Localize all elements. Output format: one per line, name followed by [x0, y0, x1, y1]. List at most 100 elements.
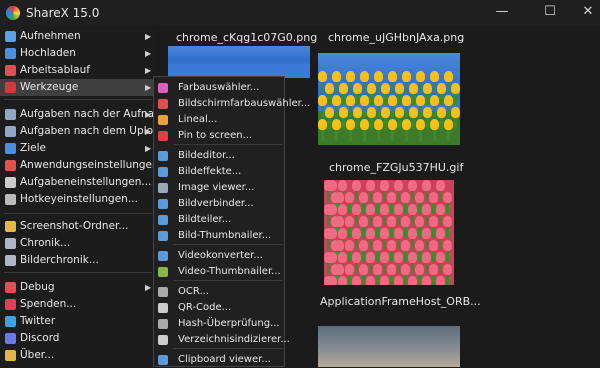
- menu-item-4[interactable]: Aufgaben nach der Aufnahme ▶: [0, 106, 177, 123]
- submenu-item-8[interactable]: Bildteiler...: [154, 212, 284, 228]
- menu-item-8[interactable]: Aufgabeneinstellungen...: [0, 174, 157, 191]
- thumbnail-image[interactable]: [324, 180, 454, 285]
- thumbnail-image[interactable]: [168, 46, 310, 78]
- tulip-flower: [360, 95, 369, 106]
- menu-item-label: Über...: [20, 349, 55, 361]
- tulip-flower: [352, 252, 361, 263]
- menu-item-5[interactable]: Aufgaben nach dem Upload ▶: [0, 123, 166, 140]
- menu-item-label: Screenshot-Ordner...: [20, 220, 129, 232]
- menu-item-2[interactable]: Arbeitsablauf ▶: [0, 62, 157, 79]
- tulip-flower: [332, 119, 341, 130]
- tulip-flower: [366, 228, 375, 239]
- menu-item-7[interactable]: Anwendungseinstellungen...: [0, 157, 169, 174]
- tulip-flower: [443, 240, 452, 251]
- menu-item-11[interactable]: Chronik...: [0, 235, 157, 252]
- minimize-button[interactable]: —: [482, 0, 522, 26]
- submenu-item-12[interactable]: OCR...: [154, 284, 284, 300]
- menu-item-15[interactable]: Twitter: [0, 313, 157, 330]
- submenu-item-4[interactable]: Bildeditor...: [154, 148, 284, 164]
- close-button[interactable]: ✕: [576, 0, 600, 26]
- pin-icon: [158, 131, 168, 141]
- menu-item-16[interactable]: Discord: [0, 330, 157, 347]
- menu-separator: [4, 99, 152, 100]
- image-effects-icon: [158, 167, 168, 177]
- submenu-separator: [174, 144, 282, 145]
- thumbnail-image[interactable]: [318, 53, 460, 145]
- menu-item-label: Twitter: [20, 315, 56, 327]
- menu-item-label: Arbeitsablauf: [20, 64, 90, 76]
- tulip-flower: [416, 71, 425, 82]
- menu-item-1[interactable]: Hochladen ▶: [0, 45, 157, 62]
- submenu-item-label: Bild-Thumbnailer...: [178, 230, 272, 241]
- workflow-icon: [5, 65, 16, 76]
- tulip-flower: [380, 180, 389, 191]
- tulip-flower: [366, 180, 375, 191]
- tulip-flower: [451, 83, 460, 94]
- submenu-item-label: Hash-Überprüfung...: [178, 318, 280, 329]
- submenu-item-1[interactable]: Bildschirmfarbauswähler...: [154, 96, 310, 112]
- submenu-item-7[interactable]: Bildverbinder...: [154, 196, 284, 212]
- tulip-flower: [436, 276, 445, 285]
- submenu-arrow-icon: ▶: [145, 283, 152, 292]
- menu-item-9[interactable]: Hotkeyeinstellungen...: [0, 191, 157, 208]
- tulip-flower: [338, 276, 347, 285]
- thumbnail-title: chrome_FZGJu537HU.gif: [329, 161, 464, 174]
- submenu-item-5[interactable]: Bildeffekte...: [154, 164, 284, 180]
- menu-item-3[interactable]: Werkzeuge ▶: [0, 79, 157, 96]
- tulip-flower: [387, 264, 396, 275]
- menu-item-6[interactable]: Ziele ▶: [0, 140, 157, 157]
- tulip-flower: [415, 216, 424, 227]
- submenu-item-3[interactable]: Pin to screen...: [154, 128, 284, 144]
- submenu-item-15[interactable]: Verzeichnisindizierer...: [154, 332, 290, 348]
- tulip-flower: [325, 83, 334, 94]
- camera-icon: [5, 31, 16, 42]
- tulip-flower: [422, 204, 431, 215]
- tulip-flower: [415, 264, 424, 275]
- tulip-flower: [388, 71, 397, 82]
- menu-item-10[interactable]: Screenshot-Ordner...: [0, 218, 157, 235]
- menu-item-14[interactable]: Spenden...: [0, 296, 157, 313]
- submenu-item-2[interactable]: Lineal...: [154, 112, 284, 128]
- tulip-flower: [373, 216, 382, 227]
- menu-item-17[interactable]: Über...: [0, 347, 157, 364]
- tulip-flower: [380, 252, 389, 263]
- submenu-item-label: Pin to screen...: [178, 130, 253, 141]
- video-converter-icon: [158, 251, 168, 261]
- menu-item-label: Aufnehmen: [20, 30, 81, 42]
- submenu-item-11[interactable]: Video-Thumbnailer...: [154, 264, 284, 280]
- maximize-button[interactable]: ☐: [530, 0, 570, 26]
- tulip-flower: [338, 204, 347, 215]
- tulip-flower: [345, 240, 354, 251]
- submenu-item-13[interactable]: QR-Code...: [154, 300, 284, 316]
- submenu-item-label: OCR...: [178, 286, 209, 297]
- submenu-arrow-icon: ▶: [145, 83, 152, 92]
- tulip-flower: [374, 119, 383, 130]
- tulip-flower: [408, 180, 417, 191]
- title-bar: ShareX 15.0 — ☐ ✕: [0, 0, 600, 26]
- tulip-flower: [430, 95, 439, 106]
- menu-item-12[interactable]: Bilderchronik...: [0, 252, 157, 269]
- tulip-flower: [338, 228, 347, 239]
- menu-item-0[interactable]: Aufnehmen ▶: [0, 28, 157, 45]
- tulip-flower: [388, 119, 397, 130]
- window-title: ShareX 15.0: [26, 6, 100, 20]
- tulip-flower: [394, 252, 403, 263]
- thumbnail-image[interactable]: [318, 326, 460, 367]
- submenu-item-14[interactable]: Hash-Überprüfung...: [154, 316, 284, 332]
- submenu-item-6[interactable]: Image viewer...: [154, 180, 284, 196]
- gear-icon: [5, 177, 16, 188]
- tulip-flower: [366, 252, 375, 263]
- submenu-item-9[interactable]: Bild-Thumbnailer...: [154, 228, 284, 244]
- submenu-item-16[interactable]: Clipboard viewer...: [154, 352, 284, 368]
- discord-icon: [5, 333, 16, 344]
- tulip-flower: [444, 95, 453, 106]
- menu-item-13[interactable]: Debug ▶: [0, 279, 157, 296]
- tulip-flower: [338, 180, 347, 191]
- submenu-item-10[interactable]: Videokonverter...: [154, 248, 284, 264]
- submenu-item-0[interactable]: Farbauswähler...: [154, 80, 284, 96]
- submenu-arrow-icon: ▶: [145, 144, 152, 153]
- after-capture-icon: [5, 109, 16, 120]
- tulip-flower: [353, 83, 362, 94]
- submenu-separator: [174, 280, 282, 281]
- tulip-flower: [367, 107, 376, 118]
